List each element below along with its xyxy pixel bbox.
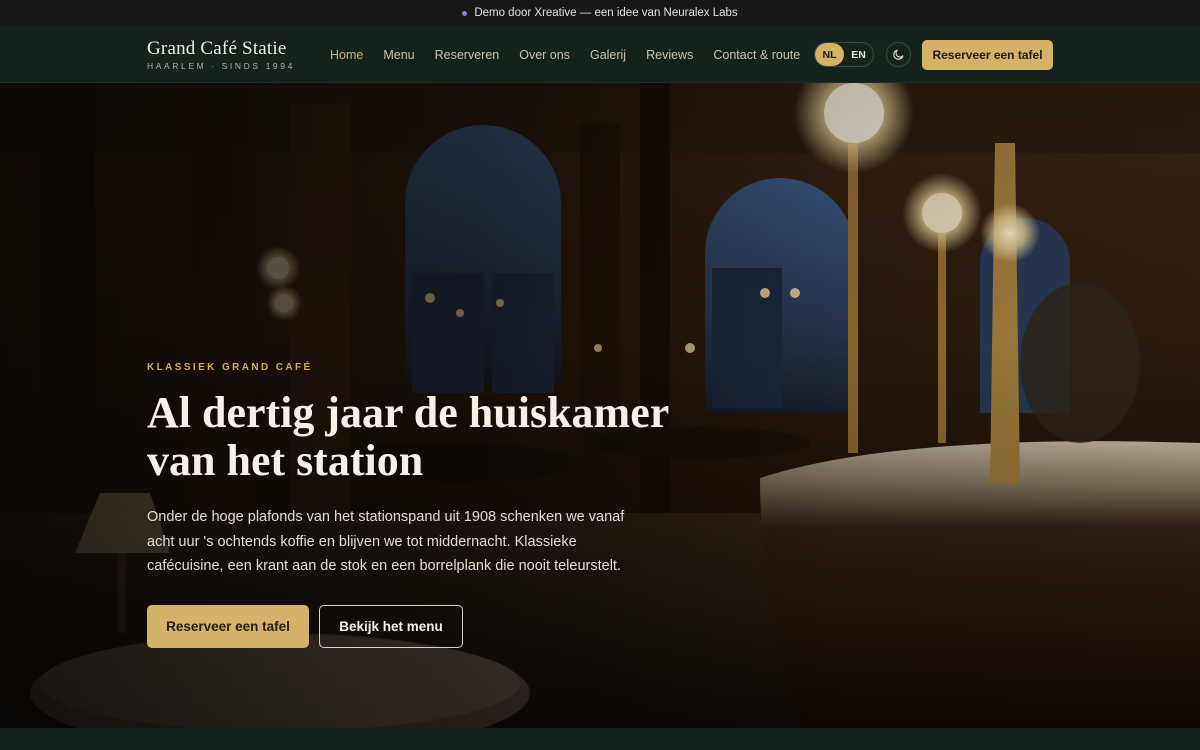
brand-tagline: HAARLEM · SINDS 1994 <box>147 61 295 71</box>
language-en-button[interactable]: EN <box>844 43 873 66</box>
moon-icon <box>893 49 904 60</box>
theme-toggle-button[interactable] <box>886 42 911 67</box>
status-dot-icon <box>462 10 468 16</box>
language-switch: NL EN <box>814 42 874 67</box>
hero-eyebrow: KLASSIEK GRAND CAFÉ <box>147 362 313 373</box>
main-navigation: Grand Café Statie HAARLEM · SINDS 1994 H… <box>0 26 1200 83</box>
language-nl-button[interactable]: NL <box>815 43 844 66</box>
nav-link-menu[interactable]: Menu <box>383 48 414 62</box>
view-menu-button[interactable]: Bekijk het menu <box>319 605 463 648</box>
brand-logo[interactable]: Grand Café Statie HAARLEM · SINDS 1994 <box>147 38 295 71</box>
hero-description: Onder de hoge plafonds van het stationsp… <box>147 509 625 574</box>
demo-banner: Demo door Xreative — een idee van Neural… <box>0 0 1200 26</box>
next-section-edge <box>0 728 1200 750</box>
nav-link-reserveren[interactable]: Reserveren <box>435 48 500 62</box>
nav-link-reviews[interactable]: Reviews <box>646 48 693 62</box>
hero-section: KLASSIEK GRAND CAFÉ Al dertig jaar de hu… <box>0 83 1200 728</box>
demo-banner-text: Demo door Xreative — een idee van Neural… <box>474 7 738 19</box>
hero-headline: Al dertig jaar de huiskamer van het stat… <box>147 388 669 485</box>
nav-links: Home Menu Reserveren Over ons Galerij Re… <box>330 26 800 83</box>
reserve-table-nav-button[interactable]: Reserveer een tafel <box>922 40 1053 70</box>
nav-link-home[interactable]: Home <box>330 48 363 62</box>
nav-link-contact[interactable]: Contact & route <box>713 48 800 62</box>
reserve-table-button[interactable]: Reserveer een tafel <box>147 605 309 648</box>
nav-link-galerij[interactable]: Galerij <box>590 48 626 62</box>
nav-link-over-ons[interactable]: Over ons <box>519 48 570 62</box>
brand-name: Grand Café Statie <box>147 38 287 59</box>
